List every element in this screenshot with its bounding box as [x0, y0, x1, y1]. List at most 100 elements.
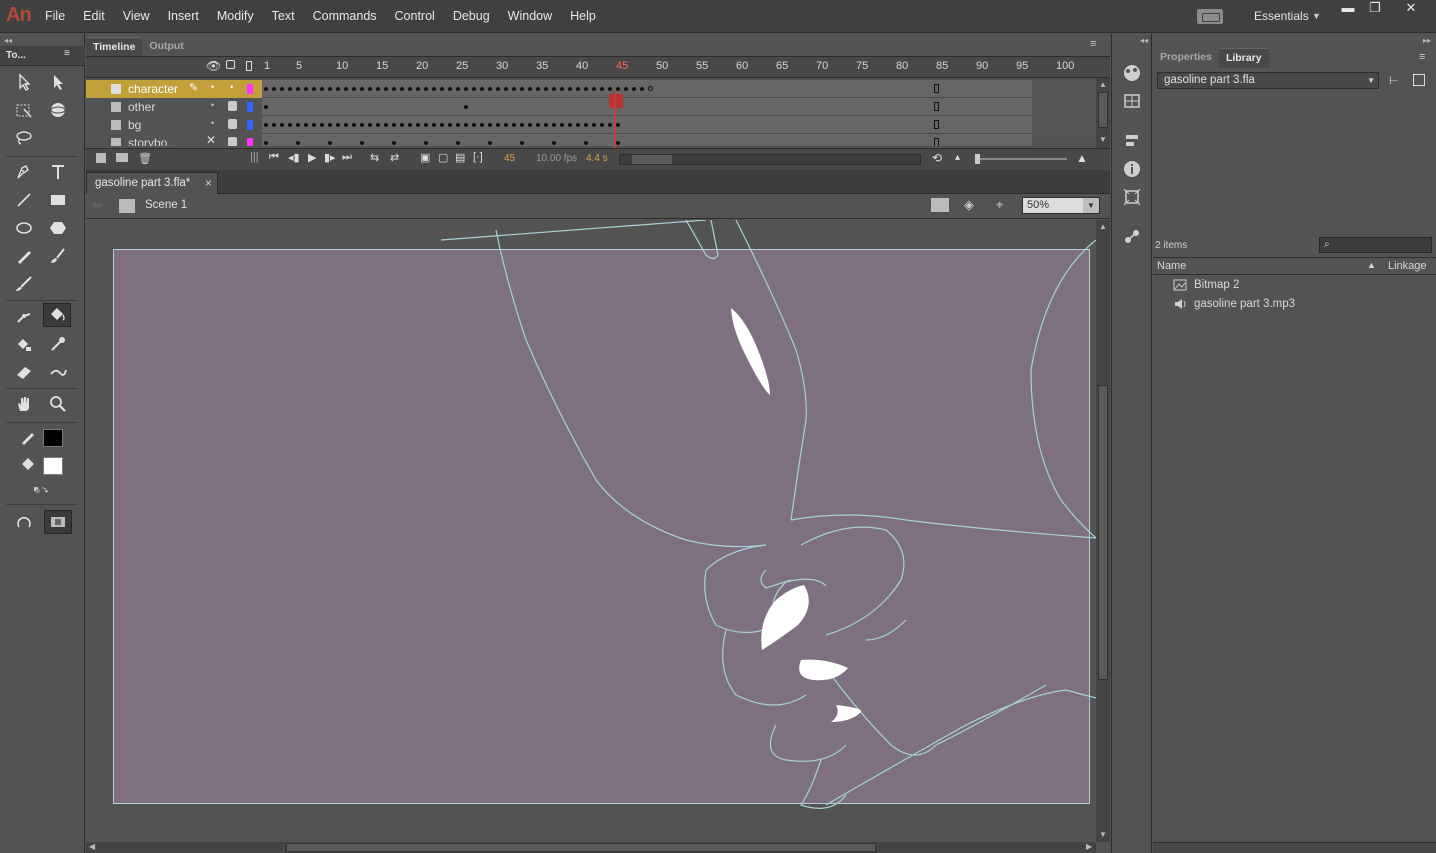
- fill-color-swatch[interactable]: [43, 457, 63, 475]
- chevron-down-icon[interactable]: ▼: [1367, 76, 1375, 85]
- zoom-tool-icon[interactable]: [44, 392, 72, 416]
- visibility-dot-icon[interactable]: •: [211, 118, 214, 128]
- keyframe-dot[interactable]: [616, 123, 620, 127]
- scene-label[interactable]: Scene 1: [145, 199, 187, 211]
- keyframe-dot[interactable]: [400, 87, 404, 91]
- keyframe-dot[interactable]: [512, 87, 516, 91]
- keyframe-dot[interactable]: [400, 123, 404, 127]
- layer-row[interactable]: bg •: [86, 116, 1096, 134]
- keyframe-dot[interactable]: [544, 87, 548, 91]
- keyframe-dot[interactable]: [456, 123, 460, 127]
- eyedropper-tool-icon[interactable]: [44, 332, 72, 356]
- onion-skin-icon[interactable]: ▣: [420, 151, 430, 164]
- keyframe-dot[interactable]: [392, 141, 396, 145]
- keyframe-dot[interactable]: [456, 141, 460, 145]
- menu-file[interactable]: File: [36, 0, 74, 33]
- brush-tool-icon[interactable]: [44, 244, 72, 268]
- timeline-hscroll[interactable]: [619, 154, 921, 165]
- paint-brush-tool-icon[interactable]: [10, 272, 38, 296]
- tools-tab[interactable]: To... ≡: [0, 46, 85, 66]
- rectangle-tool-icon[interactable]: [44, 188, 72, 212]
- scroll-down-icon[interactable]: ▼: [1099, 135, 1107, 144]
- scroll-thumb[interactable]: [286, 843, 876, 852]
- layer-frames[interactable]: [262, 80, 1032, 98]
- free-transform-tool-icon[interactable]: [10, 98, 38, 122]
- close-window-button[interactable]: ✕: [1396, 0, 1426, 16]
- keyframe-dot[interactable]: [296, 141, 300, 145]
- layer-name[interactable]: character: [128, 82, 178, 96]
- keyframe-dot[interactable]: [624, 87, 628, 91]
- keyframe-dot[interactable]: [336, 123, 340, 127]
- keyframe-dot[interactable]: [600, 123, 604, 127]
- keyframe-dot[interactable]: [352, 123, 356, 127]
- keyframe-dot[interactable]: [272, 123, 276, 127]
- keyframe-dot[interactable]: [336, 87, 340, 91]
- step-back-icon[interactable]: ◂▮: [288, 151, 300, 164]
- keyframe-dot[interactable]: [584, 123, 588, 127]
- collapse-icon[interactable]: ◂◂: [4, 36, 12, 45]
- layer-frames[interactable]: [262, 116, 1032, 134]
- keyframe-dot[interactable]: [264, 105, 268, 109]
- keyframe-dot[interactable]: [264, 141, 268, 145]
- step-forward-icon[interactable]: ▮▸: [324, 151, 336, 164]
- keyframe-dot[interactable]: [392, 87, 396, 91]
- minimize-button[interactable]: ▬: [1333, 0, 1363, 16]
- center-frame-icon[interactable]: ⇄: [390, 151, 399, 164]
- keyframe-dot[interactable]: [288, 87, 292, 91]
- keyframe-dot[interactable]: [416, 123, 420, 127]
- sort-ascending-icon[interactable]: ▲: [1367, 260, 1376, 270]
- scroll-left-icon[interactable]: ◀: [89, 842, 95, 851]
- keyframe-dot[interactable]: [408, 123, 412, 127]
- keyframe-dot[interactable]: [280, 87, 284, 91]
- layer-row[interactable]: other •: [86, 98, 1096, 116]
- keyframe-dot[interactable]: [376, 87, 380, 91]
- back-arrow-icon[interactable]: ⇦: [92, 198, 102, 212]
- keyframe-dot[interactable]: [616, 87, 620, 91]
- keyframe-dot[interactable]: [536, 87, 540, 91]
- zoom-in-timeline-icon[interactable]: ▲: [1076, 151, 1088, 165]
- edit-scene-icon[interactable]: [931, 198, 949, 212]
- timeline-zoom-slider[interactable]: [975, 154, 1067, 164]
- selection-tool-icon[interactable]: [10, 70, 38, 94]
- keyframe-dot[interactable]: [576, 123, 580, 127]
- tab-output[interactable]: Output: [142, 37, 190, 57]
- scroll-up-icon[interactable]: ▲: [1099, 80, 1107, 89]
- keyframe-dot[interactable]: [536, 123, 540, 127]
- keyframe-dot[interactable]: [280, 123, 284, 127]
- keyframe-dot[interactable]: [448, 87, 452, 91]
- keyframe-dot[interactable]: [272, 87, 276, 91]
- polystar-tool-icon[interactable]: [44, 216, 72, 240]
- keyframe-dot[interactable]: [360, 141, 364, 145]
- keyframe-dot[interactable]: [504, 87, 508, 91]
- keyframe-dot[interactable]: [352, 87, 356, 91]
- zoom-out-timeline-icon[interactable]: ▴: [955, 152, 960, 163]
- scroll-up-icon[interactable]: ▲: [1099, 222, 1107, 231]
- scroll-thumb[interactable]: [1098, 385, 1108, 680]
- keyframe-dot[interactable]: [584, 141, 588, 145]
- keyframe-dot[interactable]: [424, 141, 428, 145]
- keyframe-dot[interactable]: [552, 141, 556, 145]
- lock-icon[interactable]: [228, 119, 237, 129]
- refresh-icon[interactable]: ⟲: [932, 151, 942, 165]
- keyframe-dot[interactable]: [360, 123, 364, 127]
- keyframe-dot[interactable]: [568, 87, 572, 91]
- keyframe-dot[interactable]: [424, 123, 428, 127]
- keyframe-dot[interactable]: [504, 123, 508, 127]
- stage-vscroll[interactable]: ▲ ▼: [1096, 220, 1110, 842]
- layer-row[interactable]: storybo... ✕: [86, 134, 1096, 146]
- keyframe-dot[interactable]: [304, 87, 308, 91]
- playhead[interactable]: [609, 94, 623, 108]
- list-item[interactable]: Bitmap 2: [1153, 276, 1436, 295]
- menu-text[interactable]: Text: [263, 0, 304, 33]
- keyframe-dot[interactable]: [648, 86, 653, 91]
- document-tab[interactable]: gasoline part 3.fla* ×: [86, 172, 218, 194]
- ink-bottle-tool-icon[interactable]: [10, 332, 38, 356]
- swatches-panel-icon[interactable]: [1121, 90, 1143, 112]
- column-name[interactable]: Name: [1157, 260, 1186, 272]
- keyframe-dot[interactable]: [312, 87, 316, 91]
- onion-skin-outlines-icon[interactable]: ▢: [438, 151, 448, 164]
- go-to-last-frame-icon[interactable]: ⏭: [342, 151, 352, 164]
- keyframe-dot[interactable]: [488, 123, 492, 127]
- keyframe-dot[interactable]: [480, 123, 484, 127]
- keyframe-dot[interactable]: [520, 141, 524, 145]
